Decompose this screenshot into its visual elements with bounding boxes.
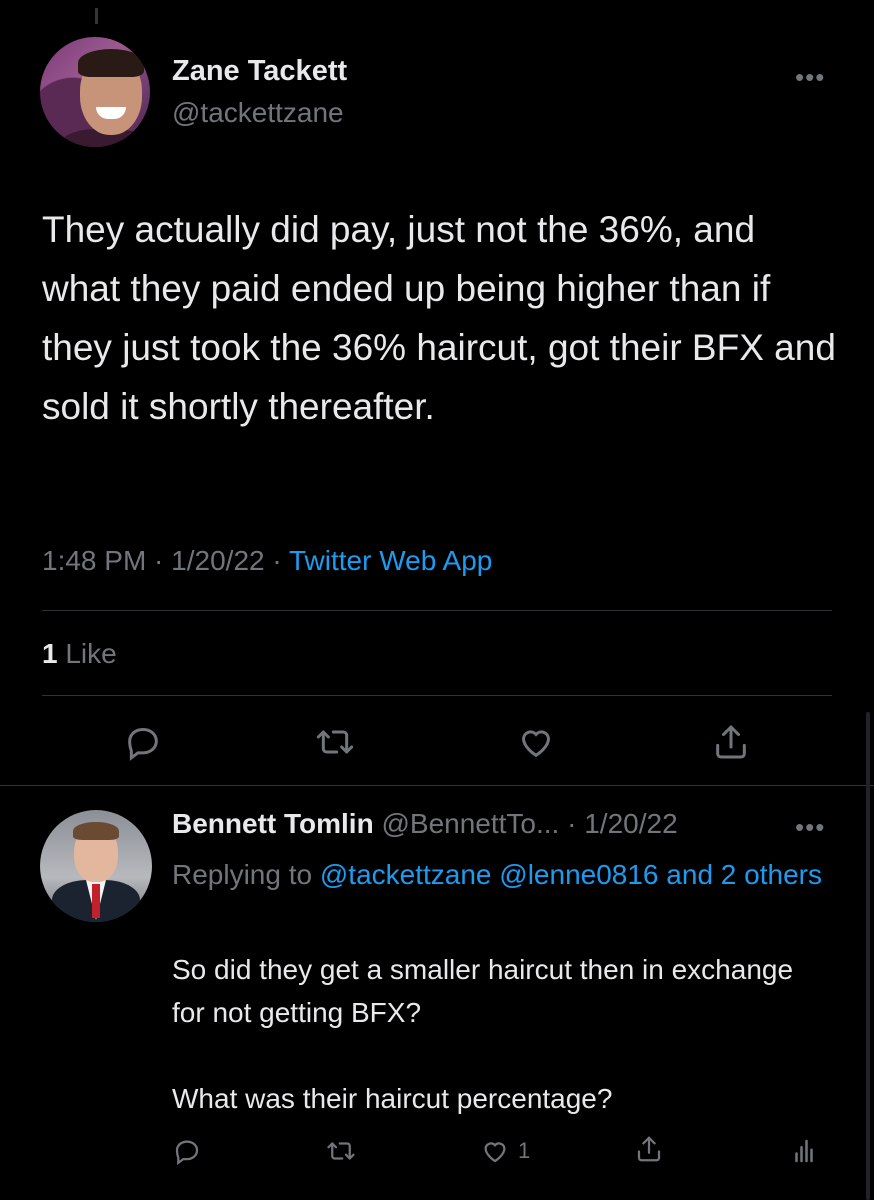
reply-icon[interactable] — [172, 1136, 202, 1166]
divider — [0, 785, 874, 786]
divider — [42, 610, 832, 611]
tweet-time[interactable]: 1:48 PM — [42, 545, 146, 576]
reply-header: Bennett Tomlin @BennettTo... · 1/20/22 — [172, 808, 678, 839]
reply-author-avatar[interactable] — [40, 810, 152, 922]
mention-link[interactable]: @tackettzane — [320, 859, 492, 890]
more-options-icon[interactable]: ••• — [795, 62, 825, 93]
tweet-date[interactable]: 1/20/22 — [171, 545, 264, 576]
analytics-icon[interactable] — [789, 1136, 819, 1166]
reply-date[interactable]: 1/20/22 — [584, 808, 677, 839]
reply-text: So did they get a smaller haircut then i… — [172, 954, 794, 1114]
reply-author-name[interactable]: Bennett Tomlin — [172, 808, 374, 839]
author-avatar[interactable] — [40, 37, 150, 147]
retweet-icon[interactable] — [313, 720, 357, 764]
like-icon[interactable] — [514, 720, 558, 764]
likes-count[interactable]: 1 Like — [42, 638, 117, 670]
tweet-source-link[interactable]: Twitter Web App — [289, 545, 492, 576]
more-options-icon[interactable]: ••• — [795, 812, 825, 843]
reply-icon[interactable] — [121, 720, 165, 764]
share-icon[interactable] — [709, 720, 753, 764]
mention-others-link[interactable]: and 2 others — [659, 859, 822, 890]
like-icon — [484, 1142, 506, 1163]
like-count: 1 — [518, 1138, 531, 1163]
share-icon[interactable] — [634, 1134, 664, 1164]
thread-connector-line — [95, 8, 98, 24]
tweet-meta: 1:48 PM · 1/20/22 · Twitter Web App — [42, 545, 493, 576]
replying-to: Replying to @tackettzane @lenne0816 and … — [172, 859, 822, 890]
scrollbar[interactable] — [866, 712, 870, 1200]
author-handle[interactable]: @tackettzane — [172, 97, 344, 129]
reply-author-handle[interactable]: @BennettTo... — [374, 808, 559, 839]
mention-link[interactable]: @lenne0816 — [492, 859, 658, 890]
retweet-icon[interactable] — [326, 1136, 356, 1166]
author-name[interactable]: Zane Tackett — [172, 55, 347, 88]
divider — [42, 695, 832, 696]
like-button[interactable]: 1 — [480, 1136, 530, 1166]
tweet-text: They actually did pay, just not the 36%,… — [42, 209, 836, 427]
